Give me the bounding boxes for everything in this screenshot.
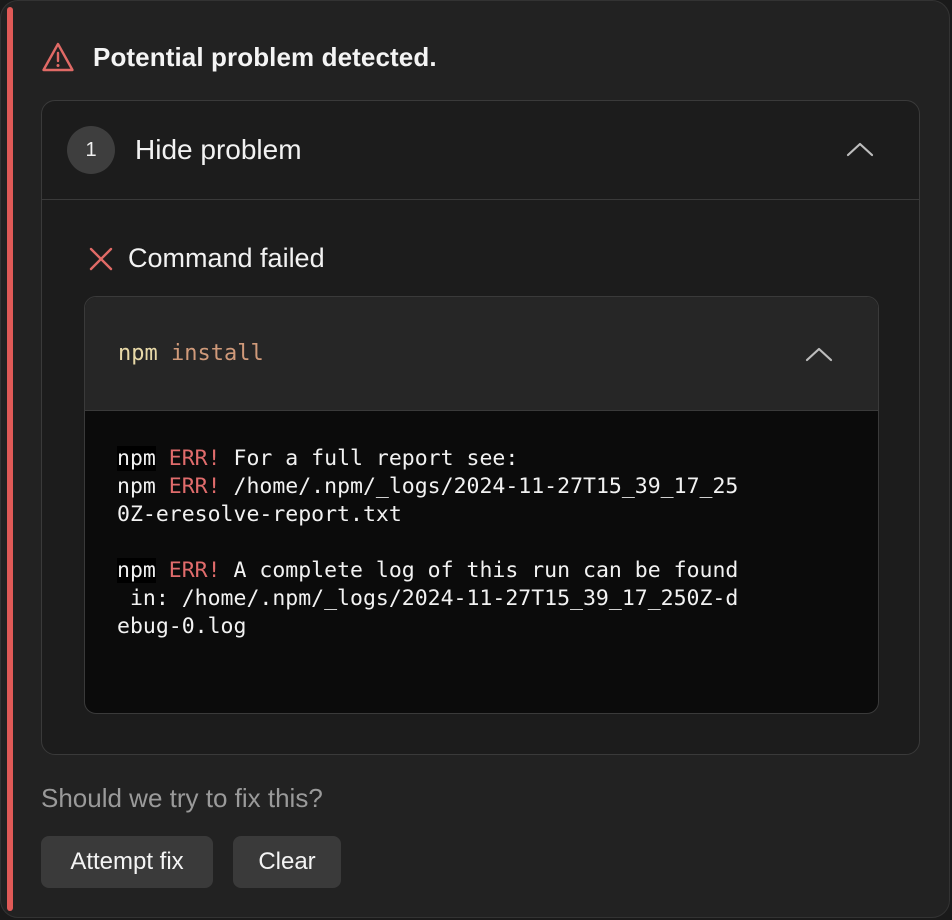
hide-problem-label: Hide problem	[135, 134, 302, 165]
err-tag: ERR!	[168, 474, 221, 499]
output-line: For a full report see:	[220, 446, 519, 471]
output-prefix: npm	[117, 474, 156, 499]
output-prefix: npm	[117, 446, 156, 471]
clear-button[interactable]: Clear	[233, 836, 341, 888]
command-argument: install	[171, 341, 264, 366]
problem-panel: Potential problem detected. 1 Hide probl…	[0, 0, 950, 918]
command-status: Command failed	[88, 243, 325, 274]
step-number-badge: 1	[67, 126, 115, 174]
command-output: npm ERR! For a full report see: npm ERR!…	[85, 411, 878, 641]
fix-question: Should we try to fix this?	[41, 783, 323, 813]
command-box: npm install npm ERR! For a full report s…	[84, 296, 879, 714]
problem-details-box: 1 Hide problem Command failed npm instal…	[41, 100, 920, 755]
panel-header: Potential problem detected.	[41, 37, 437, 77]
command-program: npm	[118, 341, 158, 366]
warning-triangle-icon	[42, 42, 74, 72]
chevron-up-icon[interactable]	[845, 139, 875, 159]
chevron-up-icon[interactable]	[804, 344, 834, 364]
command-toggle[interactable]: npm install	[85, 297, 878, 411]
output-prefix: npm	[117, 558, 156, 583]
error-accent-bar	[7, 7, 13, 911]
command-text: npm install	[118, 341, 264, 366]
attempt-fix-button[interactable]: Attempt fix	[41, 836, 213, 888]
hide-problem-toggle[interactable]: 1 Hide problem	[42, 101, 919, 200]
panel-title: Potential problem detected.	[93, 41, 437, 72]
err-tag: ERR!	[168, 446, 221, 471]
x-icon	[89, 247, 113, 270]
command-failed-label: Command failed	[128, 243, 325, 273]
err-tag: ERR!	[168, 558, 221, 583]
